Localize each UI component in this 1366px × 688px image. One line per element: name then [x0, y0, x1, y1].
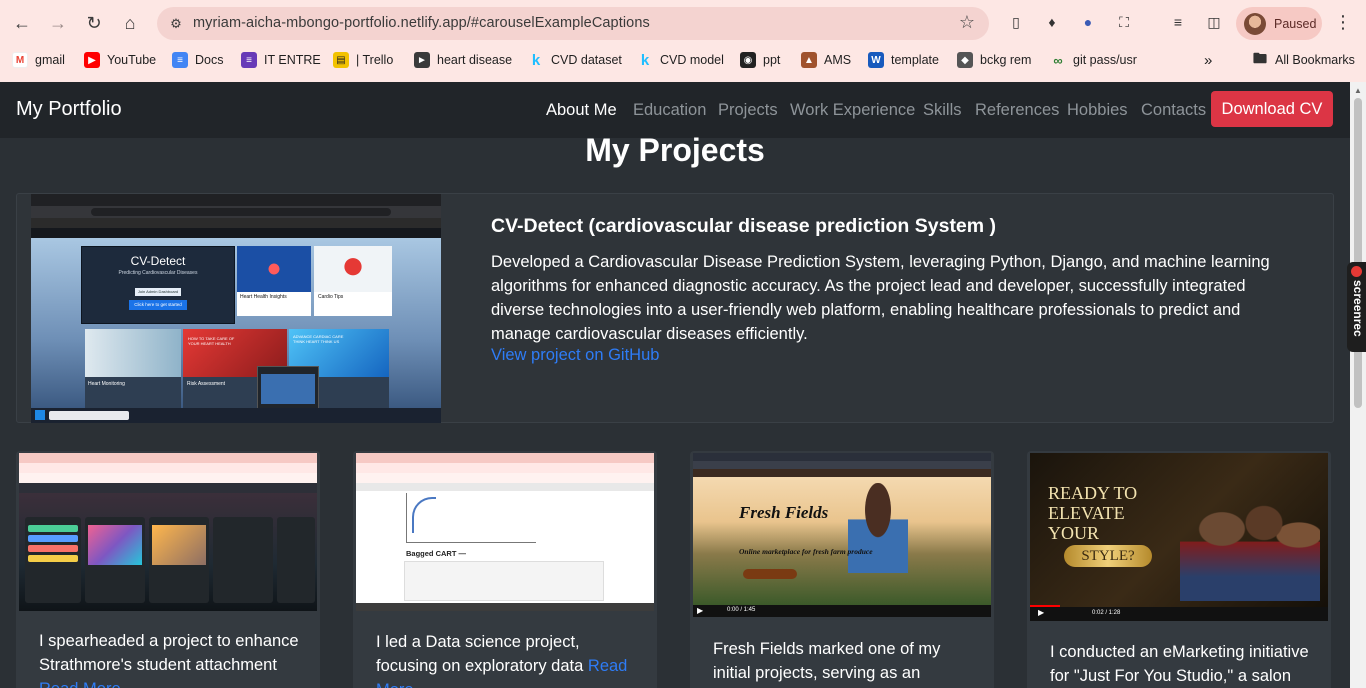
bookmark-youtube[interactable]: ▶ YouTube: [84, 52, 156, 68]
hat-icon: ◆: [957, 52, 973, 68]
kaggle-icon: k: [531, 51, 541, 69]
address-bar[interactable]: ⚙ myriam-aicha-mbongo-portfolio.netlify.…: [157, 7, 989, 40]
featured-project-card: CV-Detect Predicting Cardiovascular Dise…: [16, 193, 1334, 423]
bookmark-heart-disease[interactable]: ► heart disease: [414, 52, 512, 68]
rpubs-screenshot: Bagged CART —: [356, 453, 654, 611]
bookmark-star-icon[interactable]: ☆: [959, 12, 975, 33]
bookmark-bckg-rem[interactable]: ◆ bckg rem: [957, 52, 1031, 68]
site-navbar: My Portfolio About Me Education Projects…: [0, 82, 1350, 138]
featured-project-description: Developed a Cardiovascular Disease Predi…: [491, 253, 1270, 343]
all-bookmarks[interactable]: 🖿 All Bookmarks: [1252, 50, 1355, 68]
page-icon[interactable]: ▯: [1006, 12, 1026, 32]
fresh-fields-video[interactable]: Fresh Fields Online marketplace for fres…: [693, 453, 991, 617]
word-icon: W: [868, 52, 884, 68]
bookmark-cvd-dataset[interactable]: k CVD dataset: [528, 51, 622, 69]
browser-toolbar: ← → ↻ ⌂ ⚙ myriam-aicha-mbongo-portfolio.…: [0, 0, 1366, 46]
bookmark-gmail[interactable]: M gmail: [12, 52, 65, 68]
card-text: I led a Data science project, focusing o…: [376, 630, 638, 688]
project-card-fresh-fields: Fresh Fields Online marketplace for fres…: [690, 451, 994, 688]
project-card-emarketing: READY TO ELEVATE YOUR STYLE? ▶ 0:02 / 1:…: [1027, 451, 1331, 688]
bookmark-ppt[interactable]: ◉ ppt: [740, 52, 780, 68]
bookmark-docs[interactable]: ≡ Docs: [172, 52, 223, 68]
bookmarks-overflow-icon[interactable]: »: [1204, 52, 1212, 69]
docs-icon: ≡: [172, 52, 188, 68]
emarketing-video[interactable]: READY TO ELEVATE YOUR STYLE? ▶ 0:02 / 1:…: [1030, 453, 1328, 621]
play-icon[interactable]: ▶: [1038, 608, 1044, 617]
record-icon: [1351, 266, 1362, 277]
back-arrow-icon[interactable]: ←: [8, 9, 36, 37]
profile-button[interactable]: Paused: [1236, 7, 1322, 40]
home-icon[interactable]: ⌂: [116, 9, 144, 37]
forward-arrow-icon[interactable]: →: [44, 9, 72, 37]
youtube-icon: ▶: [84, 52, 100, 68]
nav-contacts[interactable]: Contacts: [1141, 101, 1206, 120]
site-brand[interactable]: My Portfolio: [16, 98, 122, 121]
scroll-thumb[interactable]: [1354, 98, 1362, 408]
trello-icon: ▤: [333, 52, 349, 68]
card-text: Fresh Fields marked one of my initial pr…: [713, 640, 941, 682]
screenrec-label: screenrec: [1351, 280, 1365, 337]
fresh-fields-title: Fresh Fields: [739, 503, 829, 522]
crest-icon: ▲: [801, 52, 817, 68]
featured-project-title: CV-Detect (cardiovascular disease predic…: [491, 215, 997, 237]
nav-about-me[interactable]: About Me: [546, 101, 617, 120]
forms-icon: ≡: [241, 52, 257, 68]
cv-detect-screenshot: CV-Detect Predicting Cardiovascular Dise…: [31, 194, 441, 423]
scroll-up-icon[interactable]: ▲: [1354, 86, 1362, 95]
profile-status: Paused: [1274, 16, 1317, 31]
bookmarks-bar: M gmail ▶ YouTube ≡ Docs ≡ IT ENTRE ▤ | …: [0, 46, 1366, 76]
kaggle-flag-icon: ►: [414, 52, 430, 68]
kaggle-icon: k: [640, 51, 650, 69]
side-panel-icon[interactable]: ◫: [1204, 12, 1224, 32]
link-icon: ∞: [1053, 52, 1063, 68]
browser-chrome: ← → ↻ ⌂ ⚙ myriam-aicha-mbongo-portfolio.…: [0, 0, 1366, 82]
bookmark-git-pass[interactable]: ∞ git pass/usr: [1050, 52, 1137, 68]
reload-icon[interactable]: ↻: [80, 9, 108, 37]
folder-icon: 🖿: [1253, 50, 1267, 66]
github-icon: ◉: [740, 52, 756, 68]
bookmark-template[interactable]: W template: [868, 52, 939, 68]
bagged-cart-heading: Bagged CART —: [406, 549, 466, 558]
project-card-data-science: Bagged CART — I led a Data science proje…: [353, 451, 657, 688]
view-on-github-link[interactable]: View project on GitHub: [491, 346, 659, 365]
card-text: I spearheaded a project to enhance Strat…: [39, 629, 301, 688]
read-more-link[interactable]: Read More: [39, 680, 121, 688]
portfolio-page: My Portfolio About Me Education Projects…: [0, 82, 1350, 688]
nav-work-experience[interactable]: Work Experience: [790, 101, 915, 120]
nav-projects[interactable]: Projects: [718, 101, 778, 120]
bookmark-cvd-model[interactable]: k CVD model: [637, 51, 724, 69]
nav-skills[interactable]: Skills: [923, 101, 962, 120]
bookmark-it-entre[interactable]: ≡ IT ENTRE: [241, 52, 321, 68]
extensions-icon[interactable]: ⛶: [1114, 12, 1134, 32]
thumb-app-title: CV-Detect: [130, 254, 186, 268]
nav-education[interactable]: Education: [633, 101, 706, 120]
project-card-attachment: I spearheaded a project to enhance Strat…: [16, 451, 320, 688]
cursor-extension-icon[interactable]: ●: [1078, 12, 1098, 32]
browser-menu-icon[interactable]: ⋮: [1334, 12, 1352, 33]
media-controls-icon[interactable]: ≡: [1168, 12, 1188, 32]
site-settings-icon[interactable]: ⚙: [165, 13, 187, 35]
url-text[interactable]: myriam-aicha-mbongo-portfolio.netlify.ap…: [193, 15, 650, 31]
extension-puzzle-icon[interactable]: ♦: [1042, 12, 1062, 32]
bookmark-ams[interactable]: ▲ AMS: [801, 52, 851, 68]
bookmark-trello[interactable]: ▤ | Trello: [333, 52, 393, 68]
gmail-icon: M: [12, 52, 28, 68]
card-text: I conducted an eMarketing initiative for…: [1050, 643, 1309, 685]
trello-board-screenshot: [19, 453, 317, 611]
nav-references[interactable]: References: [975, 101, 1059, 120]
avatar: [1244, 12, 1266, 35]
page-scrollbar[interactable]: ▲: [1350, 82, 1366, 688]
nav-hobbies[interactable]: Hobbies: [1067, 101, 1128, 120]
play-icon[interactable]: ▶: [697, 606, 703, 615]
download-cv-button[interactable]: Download CV: [1211, 91, 1333, 127]
screenrec-widget[interactable]: screenrec: [1347, 262, 1366, 352]
projects-heading: My Projects: [585, 132, 765, 168]
